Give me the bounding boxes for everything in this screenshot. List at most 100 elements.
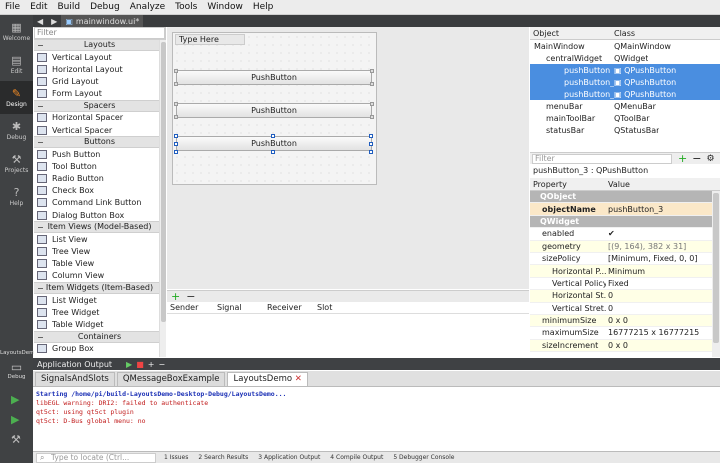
status-pane-2-search-results[interactable]: 2 Search Results <box>193 454 253 461</box>
widget-box-scrollbar[interactable] <box>159 40 166 357</box>
widget-item-table-view[interactable]: Table View <box>34 258 165 270</box>
col-value[interactable]: Value <box>608 180 630 189</box>
property-value[interactable]: 0 <box>606 291 613 300</box>
kit-selector[interactable]: LayoutsDemo ▭ Debug <box>0 350 38 380</box>
col-receiver[interactable]: Receiver <box>267 303 317 312</box>
selection-handle[interactable] <box>369 134 373 138</box>
output-tab-qmessageboxexample[interactable]: QMessageBoxExample <box>116 372 226 386</box>
property-row-vertical-stret[interactable]: Vertical Stret... 0 <box>530 303 712 315</box>
col-object[interactable]: Object <box>530 29 614 38</box>
output-tab-signalsandslots[interactable]: SignalsAndSlots <box>35 372 115 386</box>
widget-item-group-box[interactable]: Group Box <box>34 343 165 355</box>
menu-edit[interactable]: Edit <box>25 2 52 12</box>
property-value[interactable]: ✔ <box>606 229 615 238</box>
add-dynamic-property-icon[interactable]: + <box>678 152 687 165</box>
selection-handle[interactable] <box>174 142 178 146</box>
widget-filter-input[interactable]: Filter <box>34 27 165 39</box>
category-containers[interactable]: Containers <box>34 330 165 343</box>
col-property[interactable]: Property <box>530 180 608 189</box>
mode-edit[interactable]: ▤ Edit <box>0 48 33 81</box>
property-value[interactable]: [Minimum, Fixed, 0, 0] <box>606 254 697 263</box>
menu-type-here[interactable]: Type Here <box>175 34 245 45</box>
status-pane-5-debugger-console[interactable]: 5 Debugger Console <box>388 454 459 461</box>
widget-item-vertical-spacer[interactable]: Vertical Spacer <box>34 124 165 136</box>
property-row-horizontal-p[interactable]: Horizontal P... Minimum <box>530 265 712 278</box>
selection-handle[interactable] <box>271 134 275 138</box>
object-row-centralwidget[interactable]: centralWidget QWidget <box>530 52 720 64</box>
selection-handle[interactable] <box>174 115 178 119</box>
object-row-maintoolbar[interactable]: mainToolBar QToolBar <box>530 112 720 124</box>
widget-item-vertical-layout[interactable]: Vertical Layout <box>34 51 165 63</box>
property-value[interactable]: [(9, 164), 382 x 31] <box>606 242 686 251</box>
col-signal[interactable]: Signal <box>217 303 267 312</box>
widget-item-column-view[interactable]: Column View <box>34 270 165 282</box>
document-tab[interactable]: ▣ mainwindow.ui* <box>61 15 144 27</box>
rerun-icon[interactable]: ▶ <box>126 360 136 369</box>
selection-handle[interactable] <box>370 115 374 119</box>
property-value[interactable]: 0 <box>606 304 613 313</box>
property-row-sizepolicy[interactable]: sizePolicy [Minimum, Fixed, 0, 0] <box>530 253 712 266</box>
selection-handle[interactable] <box>271 150 275 154</box>
widget-item-push-button[interactable]: Push Button <box>34 148 165 160</box>
menu-file[interactable]: File <box>0 2 25 12</box>
object-row-mainwindow[interactable]: MainWindow QMainWindow <box>530 40 720 52</box>
widget-item-horizontal-layout[interactable]: Horizontal Layout <box>34 63 165 75</box>
mode-debug[interactable]: ✱ Debug <box>0 114 33 147</box>
property-row-objectname[interactable]: objectName pushButton_3 <box>530 203 712 216</box>
selection-handle[interactable] <box>174 134 178 138</box>
widget-item-check-box[interactable]: Check Box <box>34 185 165 197</box>
status-pane-3-application-output[interactable]: 3 Application Output <box>253 454 325 461</box>
object-row-pushbutton-3[interactable]: pushButton_3 ▣ QPushButton <box>530 88 720 100</box>
mode-design[interactable]: ✎ Design <box>0 81 33 114</box>
mode-projects[interactable]: ⚒ Projects <box>0 147 33 180</box>
scrollbar-thumb[interactable] <box>161 42 166 322</box>
property-row-horizontal-st[interactable]: Horizontal St... 0 <box>530 290 712 303</box>
selection-handle[interactable] <box>174 69 178 73</box>
widget-item-tree-widget[interactable]: Tree Widget <box>34 306 165 318</box>
category-item-widgets-item-based[interactable]: Item Widgets (Item-Based) <box>34 282 165 294</box>
widget-item-dialog-button-box[interactable]: Dialog Button Box <box>34 209 165 221</box>
object-row-menubar[interactable]: menuBar QMenuBar <box>530 100 720 112</box>
scrollbar-thumb[interactable] <box>713 193 719 343</box>
widget-item-form-layout[interactable]: Form Layout <box>34 88 165 100</box>
property-value[interactable]: 0 x 0 <box>606 316 628 325</box>
property-value[interactable]: 0 x 0 <box>606 341 628 350</box>
widget-item-tree-view[interactable]: Tree View <box>34 245 165 257</box>
property-scrollbar[interactable] <box>712 191 720 357</box>
mode-help[interactable]: ? Help <box>0 180 33 213</box>
build-icon[interactable]: ⚒ <box>11 433 21 446</box>
property-row-enabled[interactable]: enabled ✔ <box>530 228 712 241</box>
zoom-in-icon[interactable]: + <box>148 360 159 369</box>
widget-item-list-view[interactable]: List View <box>34 233 165 245</box>
form-push-button[interactable]: PushButton <box>176 136 372 151</box>
category-buttons[interactable]: Buttons <box>34 136 165 149</box>
status-pane-4-compile-output[interactable]: 4 Compile Output <box>325 454 388 461</box>
form-push-button[interactable]: PushButton <box>176 70 372 85</box>
menu-window[interactable]: Window <box>202 2 248 12</box>
debug-run-icon[interactable]: ▶ <box>11 413 19 426</box>
category-spacers[interactable]: Spacers <box>34 99 165 112</box>
selection-handle[interactable] <box>174 102 178 106</box>
widget-item-list-widget[interactable]: List Widget <box>34 294 165 306</box>
output-tab-layoutsdemo[interactable]: LayoutsDemo ✕ <box>227 372 308 386</box>
property-row-sizeincrement[interactable]: sizeIncrement 0 x 0 <box>530 339 712 353</box>
object-row-statusbar[interactable]: statusBar QStatusBar <box>530 124 720 136</box>
category-layouts[interactable]: Layouts <box>34 39 165 51</box>
property-row-vertical-policy[interactable]: Vertical Policy Fixed <box>530 278 712 291</box>
selection-handle[interactable] <box>369 142 373 146</box>
menu-tools[interactable]: Tools <box>170 2 202 12</box>
widget-item-radio-button[interactable]: Radio Button <box>34 173 165 185</box>
property-row-minimumsize[interactable]: minimumSize 0 x 0 <box>530 314 712 328</box>
property-filter-input[interactable]: Filter <box>532 153 672 164</box>
menu-analyze[interactable]: Analyze <box>125 2 170 12</box>
stop-icon[interactable]: ■ <box>136 360 148 369</box>
widget-item-command-link-button[interactable]: Command Link Button <box>34 197 165 209</box>
selection-handle[interactable] <box>174 150 178 154</box>
selection-handle[interactable] <box>174 82 178 86</box>
nav-forward-icon[interactable]: ▶ <box>47 15 61 27</box>
property-value[interactable]: Minimum <box>606 267 645 276</box>
property-value[interactable]: 16777215 x 16777215 <box>606 328 699 337</box>
property-value[interactable]: pushButton_3 <box>606 204 664 214</box>
close-icon[interactable]: ✕ <box>292 374 302 384</box>
mode-welcome[interactable]: ▦ Welcome <box>0 15 33 48</box>
